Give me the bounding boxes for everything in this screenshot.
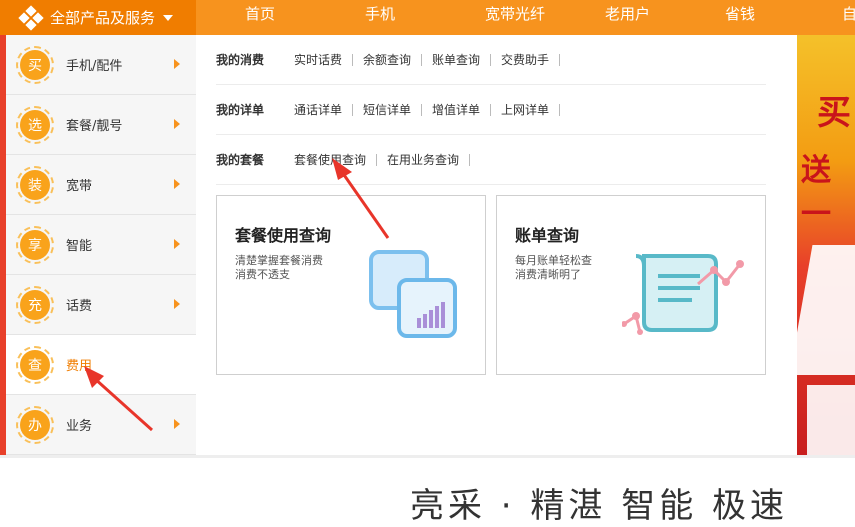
sidebar-item-smart[interactable]: 享 智能 — [6, 215, 196, 275]
nav-phone[interactable]: 手机 — [365, 0, 395, 35]
sidebar-item-label: 业务 — [66, 419, 93, 434]
badge-icon: 充 — [16, 285, 54, 324]
sidebar-item-broadband[interactable]: 装 宽带 — [6, 155, 196, 215]
link-payment-assistant[interactable]: 交费助手 — [491, 53, 561, 66]
banner-graphic-2 — [807, 385, 855, 455]
badge-icon: 选 — [16, 105, 54, 144]
chevron-right-icon — [174, 59, 180, 69]
sidebar-item-plans[interactable]: 选 套餐/靓号 — [6, 95, 196, 155]
diamond-logo-icon — [18, 4, 44, 31]
link-vas-details[interactable]: 增值详单 — [422, 103, 492, 116]
fees-dropdown-panel: 我的消费 实时话费 余额查询 账单查询 交费助手 我的详单 通话详单 短信详单 … — [196, 35, 797, 455]
badge-icon: 查 — [16, 345, 54, 384]
nav-more[interactable]: 自 — [842, 0, 855, 35]
chevron-right-icon — [174, 419, 180, 429]
link-plan-usage-query[interactable]: 套餐使用查询 — [294, 153, 378, 166]
chevron-right-icon — [174, 119, 180, 129]
chevron-right-icon — [174, 299, 180, 309]
link-data-details[interactable]: 上网详单 — [491, 103, 561, 116]
row-title: 我的套餐 — [216, 153, 265, 167]
sidebar-item-topup[interactable]: 充 话费 — [6, 275, 196, 335]
nav-home[interactable]: 首页 — [245, 0, 275, 35]
link-bill-query[interactable]: 账单查询 — [422, 53, 492, 66]
card-desc: 消费清晰明了 — [515, 268, 581, 281]
card-title: 套餐使用查询 — [235, 226, 332, 245]
badge-icon: 办 — [16, 405, 54, 444]
sidebar-item-label: 手机/配件 — [66, 59, 123, 74]
footer-tagline: 亮采 · 精湛 智能 极速 — [410, 486, 789, 526]
link-active-services-query[interactable]: 在用业务查询 — [377, 153, 471, 166]
card-title: 账单查询 — [515, 226, 580, 245]
row-title: 我的详单 — [216, 103, 265, 117]
card-desc: 消费不透支 — [235, 268, 290, 281]
sidebar-item-label: 费用 — [66, 359, 93, 374]
overlapping-squares-chart-icon — [369, 250, 457, 338]
banner-text-2: 送一 — [801, 153, 831, 232]
chevron-right-icon — [174, 179, 180, 189]
page-divider — [0, 455, 855, 458]
promo-banner[interactable]: 买 送一 — [797, 35, 855, 455]
banner-text-1: 买 — [817, 93, 851, 133]
sidebar-item-services[interactable]: 办 业务 — [6, 395, 196, 455]
all-products-menu[interactable]: 全部产品及服务 — [0, 0, 196, 35]
category-sidebar: 买 手机/配件 选 套餐/靓号 装 宽带 享 智能 充 话费 查 费用 办 业务 — [6, 35, 196, 455]
banner-graphic — [797, 245, 855, 375]
my-details-row: 我的详单 通话详单 短信详单 增值详单 上网详单 — [216, 85, 766, 135]
scroll-bill-icon — [622, 254, 744, 335]
sidebar-item-fees[interactable]: 查 费用 — [6, 335, 196, 395]
top-nav-bar: 全部产品及服务 首页 手机 宽带光纤 老用户 省钱 自 — [0, 0, 855, 35]
sidebar-item-label: 话费 — [66, 299, 93, 314]
sidebar-item-phones[interactable]: 买 手机/配件 — [6, 35, 196, 95]
badge-icon: 享 — [16, 225, 54, 264]
bill-query-card[interactable]: 账单查询 每月账单轻松查 消费清晰明了 — [496, 195, 766, 375]
sidebar-item-label: 智能 — [66, 239, 93, 254]
sidebar-item-label: 套餐/靓号 — [66, 119, 123, 134]
link-balance-query[interactable]: 余额查询 — [353, 53, 423, 66]
nav-existing-users[interactable]: 老用户 — [605, 0, 650, 35]
all-products-label: 全部产品及服务 — [50, 9, 156, 27]
chevron-right-icon — [174, 239, 180, 249]
caret-down-icon — [163, 14, 174, 21]
my-plan-row: 我的套餐 套餐使用查询 在用业务查询 — [216, 135, 766, 185]
nav-broadband[interactable]: 宽带光纤 — [485, 0, 545, 35]
nav-save-money[interactable]: 省钱 — [725, 0, 755, 35]
plan-usage-card[interactable]: 套餐使用查询 清楚掌握套餐消费 消费不透支 — [216, 195, 486, 375]
row-title: 我的消费 — [216, 53, 265, 67]
badge-icon: 装 — [16, 165, 54, 204]
link-sms-details[interactable]: 短信详单 — [353, 103, 423, 116]
sidebar-item-label: 宽带 — [66, 179, 93, 194]
link-call-details[interactable]: 通话详单 — [294, 103, 354, 116]
badge-icon: 买 — [16, 45, 54, 84]
my-consumption-row: 我的消费 实时话费 余额查询 账单查询 交费助手 — [216, 35, 766, 85]
link-realtime-charges[interactable]: 实时话费 — [294, 53, 354, 66]
